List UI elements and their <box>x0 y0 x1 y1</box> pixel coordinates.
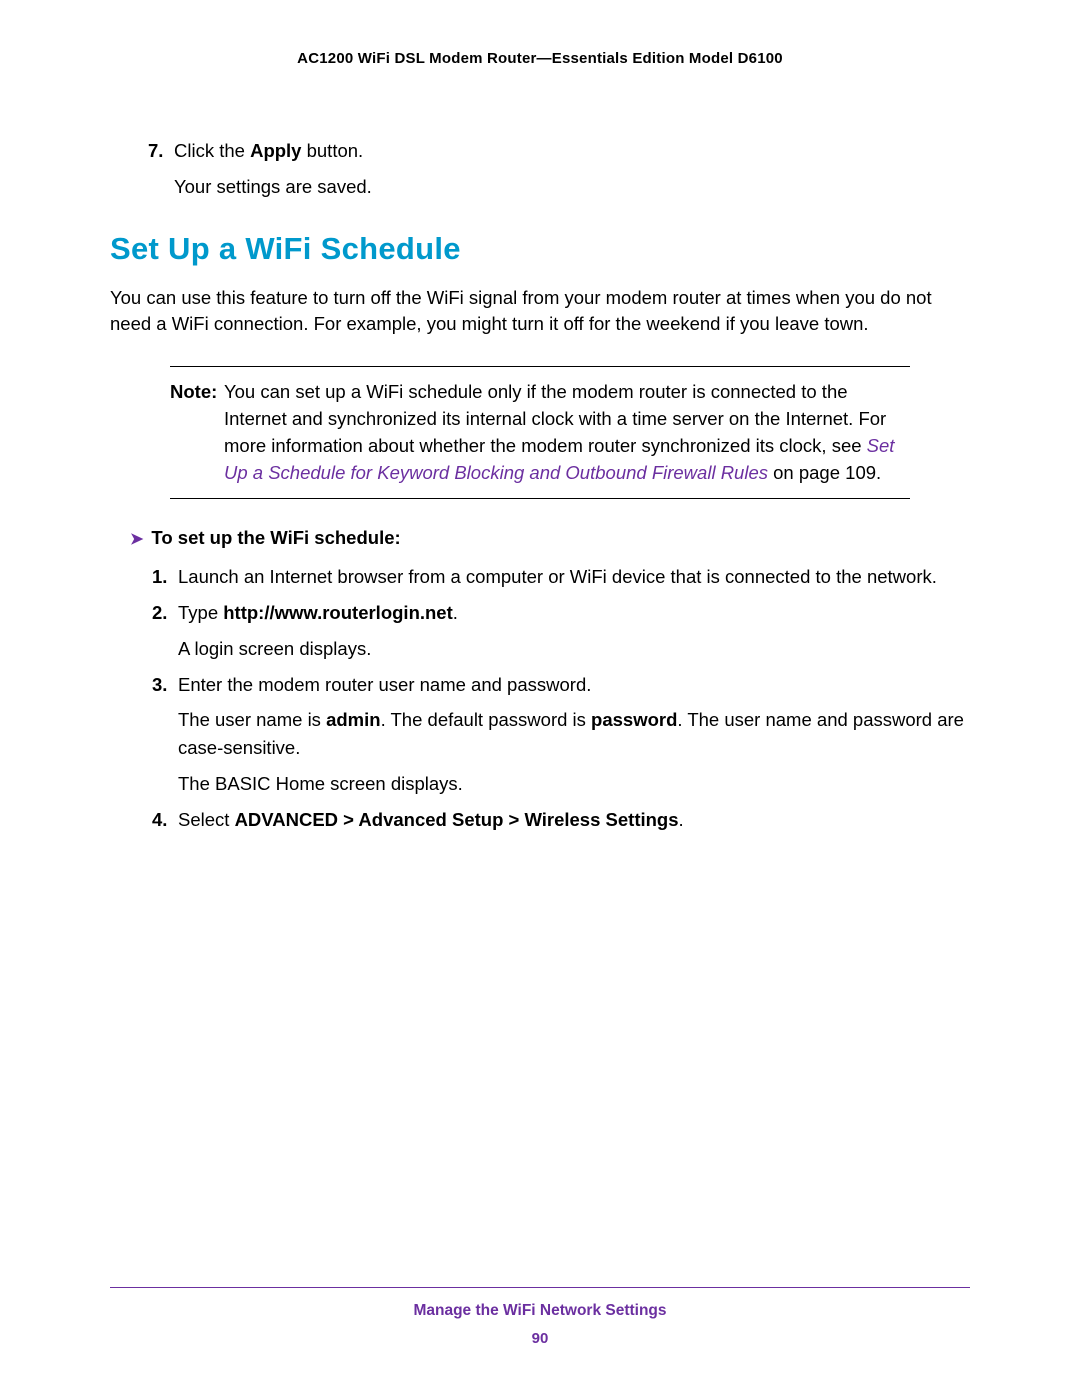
text-post: button. <box>301 140 363 161</box>
step-number: 3. <box>152 671 178 699</box>
password-value: password <box>591 709 677 730</box>
text-pre: The user name is <box>178 709 326 730</box>
document-header: AC1200 WiFi DSL Modem Router—Essentials … <box>110 50 970 67</box>
step-7-result: Your settings are saved. <box>174 173 970 201</box>
username-value: admin <box>326 709 380 730</box>
step-7: 7.Click the Apply button. <box>148 137 970 165</box>
step-3-detail-1: The user name is admin. The default pass… <box>178 706 970 762</box>
document-page: AC1200 WiFi DSL Modem Router—Essentials … <box>0 0 1080 1397</box>
intro-paragraph: You can use this feature to turn off the… <box>110 285 970 339</box>
step-number: 2. <box>152 599 178 627</box>
step-2: 2.Type http://www.routerlogin.net. <box>152 599 970 627</box>
router-url: http://www.routerlogin.net <box>223 602 453 623</box>
footer-section-title: Manage the WiFi Network Settings <box>110 1302 970 1320</box>
note-pre: You can set up a WiFi schedule only if t… <box>224 381 886 456</box>
step-1: 1.Launch an Internet browser from a comp… <box>152 563 970 591</box>
footer-rule <box>110 1287 970 1288</box>
step-4: 4.Select ADVANCED > Advanced Setup > Wir… <box>152 806 970 834</box>
menu-path: ADVANCED > Advanced Setup > Wireless Set… <box>235 809 679 830</box>
text-pre: Click the <box>174 140 250 161</box>
note-block: Note:You can set up a WiFi schedule only… <box>170 366 910 499</box>
step-text: Select ADVANCED > Advanced Setup > Wirel… <box>178 806 966 834</box>
step-2-result: A login screen displays. <box>178 635 970 663</box>
continued-step-list: 7.Click the Apply button. Your settings … <box>148 137 970 201</box>
step-number: 7. <box>148 137 174 165</box>
note-body: Note:You can set up a WiFi schedule only… <box>170 367 910 498</box>
procedure-heading-text: To set up the WiFi schedule: <box>151 527 400 548</box>
note-text: You can set up a WiFi schedule only if t… <box>224 379 904 486</box>
text-mid: . The default password is <box>381 709 591 730</box>
step-text: Enter the modem router user name and pas… <box>178 671 966 699</box>
text-pre: Select <box>178 809 235 830</box>
note-post: on page 109. <box>768 462 881 483</box>
step-text: Type http://www.routerlogin.net. <box>178 599 966 627</box>
page-number: 90 <box>110 1330 970 1347</box>
procedure-heading: ➤ To set up the WiFi schedule: <box>130 527 970 549</box>
procedure-steps: 1.Launch an Internet browser from a comp… <box>152 563 970 833</box>
text-post: . <box>679 809 684 830</box>
step-number: 1. <box>152 563 178 591</box>
apply-label: Apply <box>250 140 301 161</box>
step-number: 4. <box>152 806 178 834</box>
text-post: . <box>453 602 458 623</box>
step-3: 3.Enter the modem router user name and p… <box>152 671 970 699</box>
arrow-icon: ➤ <box>130 529 143 549</box>
section-heading: Set Up a WiFi Schedule <box>110 231 970 267</box>
step-text: Launch an Internet browser from a comput… <box>178 563 966 591</box>
note-label: Note: <box>170 379 224 406</box>
text-pre: Type <box>178 602 223 623</box>
page-footer: Manage the WiFi Network Settings 90 <box>110 1287 970 1347</box>
note-rule-bottom <box>170 498 910 499</box>
step-3-detail-2: The BASIC Home screen displays. <box>178 770 970 798</box>
step-text: Click the Apply button. <box>174 140 363 161</box>
